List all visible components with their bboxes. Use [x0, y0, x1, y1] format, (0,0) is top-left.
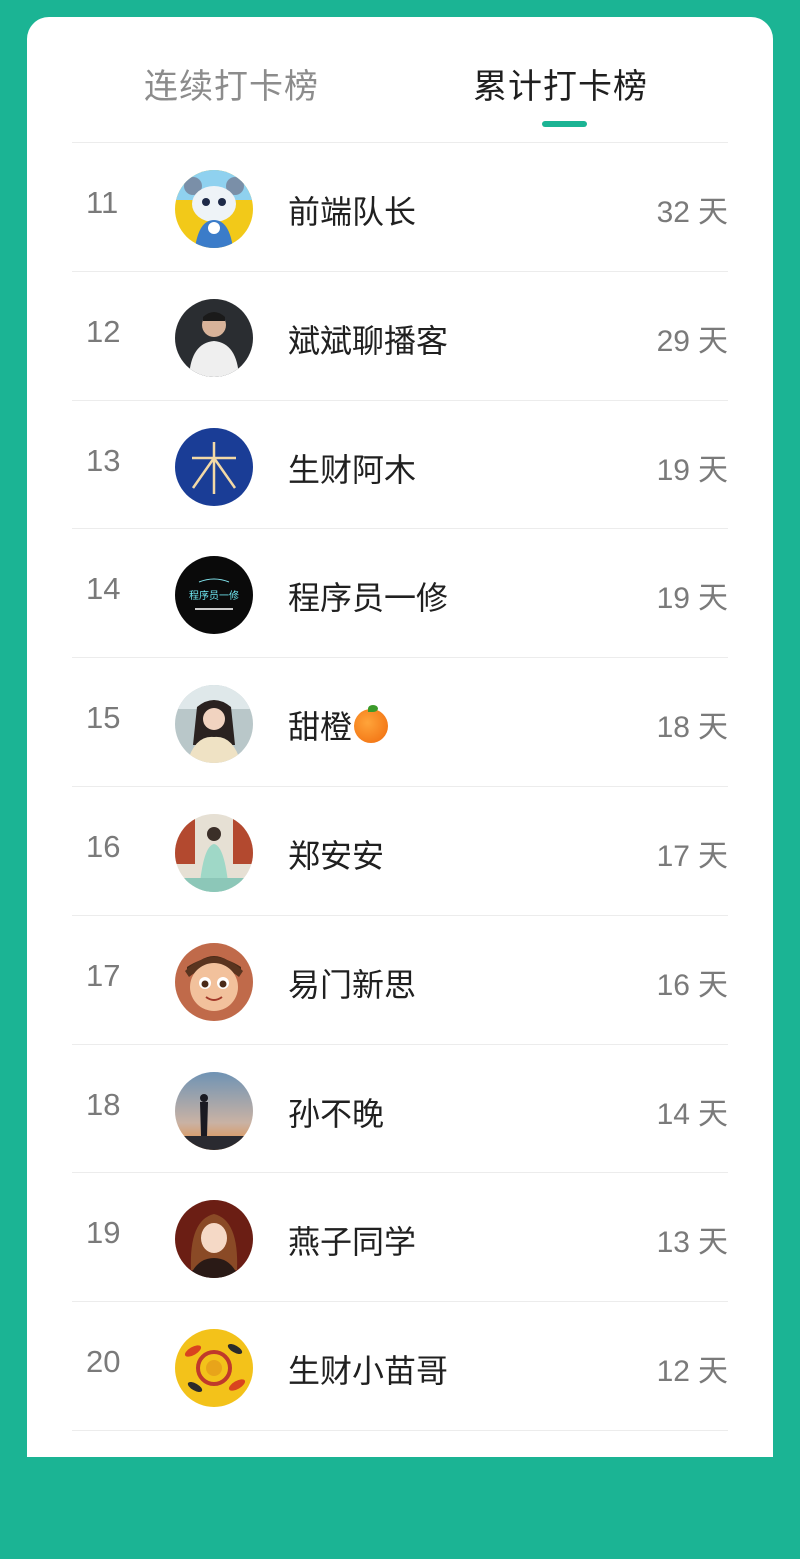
days-value: 17 — [656, 839, 690, 873]
days-unit: 天 — [698, 710, 728, 746]
list-item[interactable]: 12 斌斌聊播客 29 天 — [72, 270, 728, 400]
list-item[interactable]: 16 郑安安 17 天 — [72, 785, 728, 915]
days-value: 12 — [656, 1355, 690, 1389]
user-name: 生财小苗哥 — [288, 1352, 449, 1391]
days-count: 19 天 — [657, 573, 728, 617]
rank-number: 14 — [86, 571, 121, 607]
days-unit: 天 — [698, 195, 728, 230]
active-tab-indicator — [542, 121, 587, 127]
days-count: 14 天 — [657, 1089, 728, 1133]
tab-streak[interactable]: 连续打卡榜 — [144, 65, 319, 109]
days-value: 19 — [656, 582, 690, 616]
days-value: 14 — [656, 1097, 690, 1131]
rank-number: 15 — [86, 700, 121, 736]
days-unit: 天 — [698, 581, 728, 617]
rank-number: 13 — [86, 442, 121, 478]
days-value: 19 — [656, 453, 690, 487]
avatar[interactable] — [175, 170, 253, 248]
user-name: 郑安安 — [288, 836, 385, 875]
days-unit: 天 — [698, 967, 728, 1003]
days-count: 17 天 — [657, 831, 728, 875]
days-unit: 天 — [698, 1096, 728, 1132]
days-count: 18 天 — [657, 702, 728, 746]
list-item[interactable]: 18 孙不晚 14 天 — [72, 1043, 728, 1173]
avatar[interactable] — [175, 942, 253, 1021]
user-name: 程序员一修 — [288, 579, 449, 618]
avatar[interactable] — [175, 685, 253, 764]
leaderboard-card: 连续打卡榜 累计打卡榜 11 前端队长 32 天 12 斌斌聊播客 29 天 1… — [27, 17, 773, 1457]
days-count: 16 天 — [657, 960, 728, 1004]
list-item-partial — [72, 1429, 728, 1559]
avatar-logo-text: 程序员一修 — [189, 589, 239, 602]
days-unit: 天 — [698, 1354, 728, 1390]
tab-total[interactable]: 累计打卡榜 — [473, 65, 648, 109]
avatar[interactable] — [175, 1329, 253, 1408]
user-name: 斌斌聊播客 — [288, 321, 449, 360]
avatar[interactable] — [175, 1200, 253, 1279]
days-unit: 天 — [698, 323, 728, 359]
list-item[interactable]: 15 甜橙 18 天 — [72, 657, 728, 786]
days-count: 32 天 — [657, 187, 728, 231]
avatar[interactable] — [175, 1071, 253, 1150]
user-name-text: 甜橙 — [288, 708, 353, 747]
days-count: 12 天 — [657, 1346, 728, 1390]
user-name: 孙不晚 — [288, 1094, 385, 1133]
list-item[interactable]: 11 前端队长 32 天 — [72, 142, 728, 271]
days-value: 16 — [656, 968, 690, 1002]
list-item[interactable]: 13 生财阿木 19 天 — [72, 399, 728, 529]
user-name: 前端队长 — [288, 193, 417, 231]
ranking-list: 11 前端队长 32 天 12 斌斌聊播客 29 天 13 生财阿木 19 天 … — [72, 142, 728, 1559]
avatar[interactable] — [175, 427, 253, 506]
days-count: 13 天 — [657, 1217, 728, 1261]
days-unit: 天 — [698, 452, 728, 488]
rank-number: 11 — [86, 185, 119, 220]
days-value: 18 — [656, 711, 690, 745]
rank-number: 17 — [86, 957, 121, 993]
avatar[interactable] — [175, 813, 253, 892]
rank-number: 16 — [86, 828, 121, 864]
rank-number: 18 — [86, 1086, 121, 1122]
avatar[interactable]: 程序员一修 — [175, 556, 253, 635]
avatar[interactable] — [175, 298, 253, 377]
list-item[interactable]: 19 燕子同学 13 天 — [72, 1172, 728, 1301]
orange-emoji-icon — [354, 705, 389, 744]
user-name: 易门新思 — [288, 965, 417, 1004]
days-value: 13 — [656, 1226, 690, 1260]
user-name: 燕子同学 — [288, 1223, 417, 1262]
days-unit: 天 — [698, 838, 728, 874]
rank-number: 20 — [86, 1344, 121, 1380]
list-item[interactable]: 14 程序员一修 程序员一修 19 天 — [72, 528, 728, 657]
rank-number: 12 — [86, 313, 121, 349]
list-item[interactable]: 20 生财小苗哥 12 天 — [72, 1301, 728, 1430]
rank-number: 19 — [86, 1215, 121, 1251]
tab-bar: 连续打卡榜 累计打卡榜 — [27, 17, 773, 142]
user-name: 生财阿木 — [288, 450, 417, 489]
user-name: 甜橙 — [288, 702, 389, 748]
days-count: 19 天 — [657, 445, 728, 489]
days-count: 29 天 — [657, 316, 728, 360]
days-value: 32 — [656, 196, 690, 229]
days-unit: 天 — [698, 1225, 728, 1261]
days-value: 29 — [656, 324, 690, 358]
list-item[interactable]: 17 易门新思 16 天 — [72, 914, 728, 1044]
